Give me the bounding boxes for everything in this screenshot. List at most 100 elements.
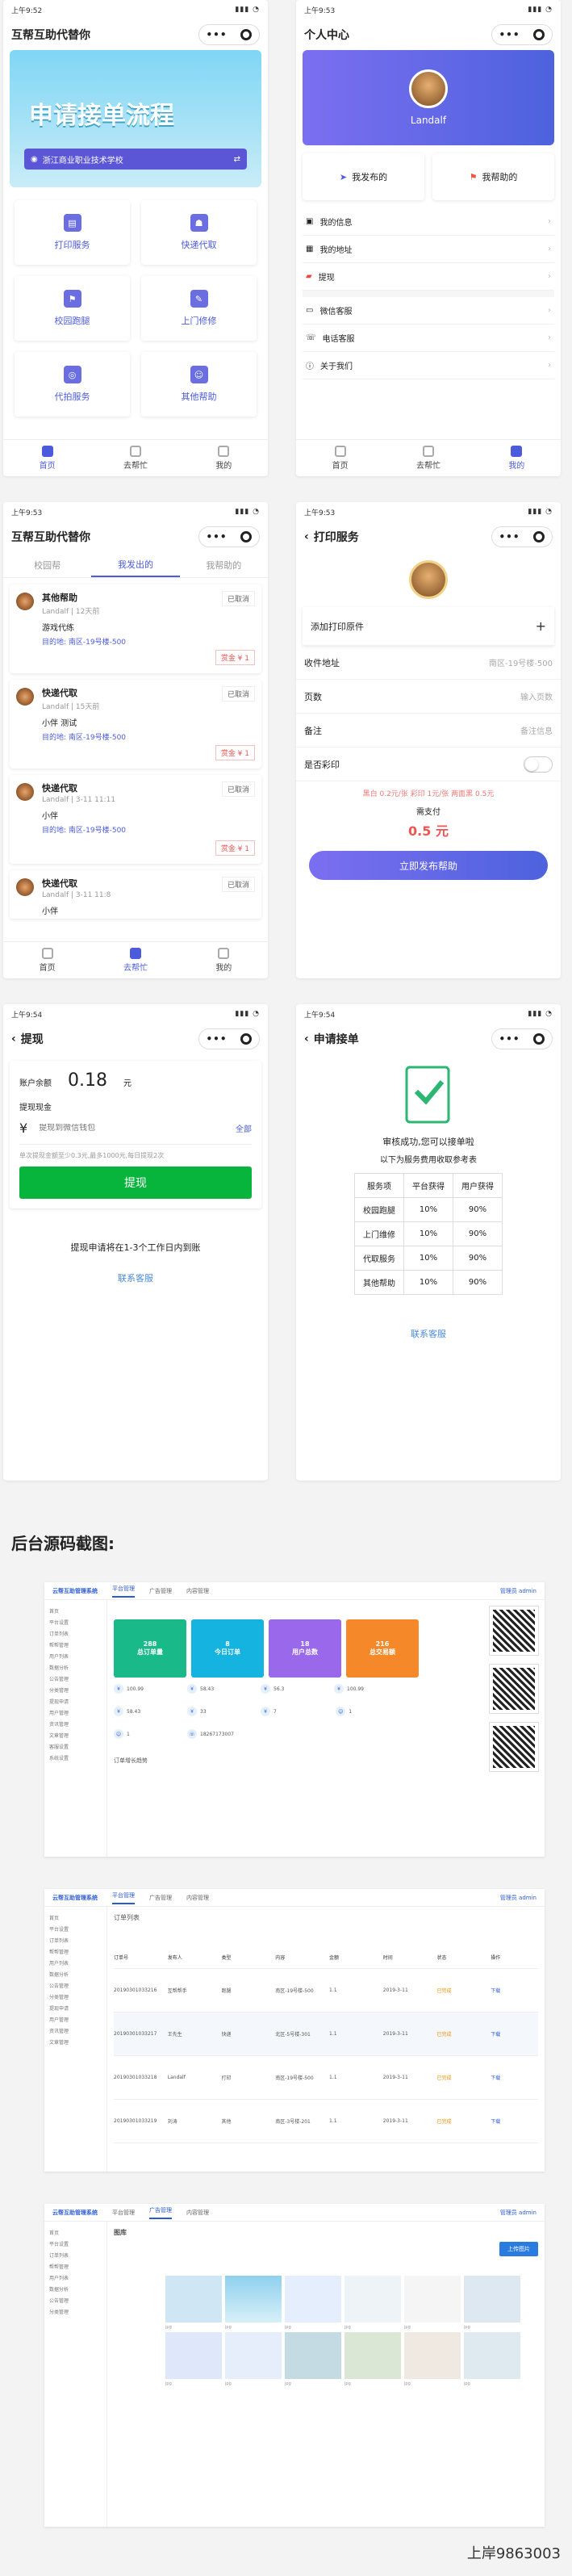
sidebar-item[interactable]: 分类管理 bbox=[49, 2306, 102, 2317]
admin-nav-item[interactable]: 内容管理 bbox=[186, 1587, 209, 1595]
tab-help[interactable]: 去帮忙 bbox=[384, 440, 472, 476]
menu-about[interactable]: ⓘ 关于我们 › bbox=[303, 352, 554, 379]
table-cell[interactable]: 下载 bbox=[491, 1987, 538, 1994]
tab-home[interactable]: 首页 bbox=[296, 440, 384, 476]
service-photo[interactable]: ◎ 代拍服务 bbox=[15, 352, 130, 417]
sidebar-item[interactable]: 系统设置 bbox=[49, 1752, 102, 1763]
service-package[interactable]: ☗ 快递代取 bbox=[141, 200, 257, 265]
tab-mine[interactable]: 我的 bbox=[180, 942, 268, 978]
table-row[interactable]: 20190301033218 Landalf 打印 南区-19号楼-500 1.1 201… bbox=[114, 2056, 538, 2100]
image-thumb[interactable]: jpg bbox=[285, 2332, 341, 2386]
sidebar-item[interactable]: 用户列表 bbox=[49, 1957, 102, 1968]
sidebar-item[interactable]: 帮帮管理 bbox=[49, 2260, 102, 2272]
tab-mine[interactable]: 我的 bbox=[180, 440, 268, 476]
sidebar-item[interactable]: 提现申请 bbox=[49, 2002, 102, 2013]
contact-service-link[interactable]: 联系客服 bbox=[296, 1327, 561, 1340]
back-icon[interactable]: ‹ bbox=[11, 1032, 16, 1045]
image-thumb[interactable]: jpg bbox=[344, 2332, 401, 2386]
tab-campus[interactable]: 校园帮 bbox=[3, 552, 91, 577]
image-thumb[interactable]: jpg bbox=[165, 2276, 222, 2330]
more-icon[interactable]: ••• bbox=[206, 29, 227, 40]
image-thumb[interactable]: jpg bbox=[404, 2332, 461, 2386]
my-published-button[interactable]: ➤ 我发布的 bbox=[303, 153, 424, 200]
image-thumb[interactable]: jpg bbox=[464, 2276, 520, 2330]
close-ring-icon[interactable] bbox=[240, 29, 253, 40]
table-row[interactable]: 20190301033219 刘涛 其他 南区-3号楼-201 1.1 2019-3-11… bbox=[114, 2100, 538, 2143]
order-card[interactable]: 快递代取 Landalf | 3-11 11:11 小伴 目的地: 南区-19号… bbox=[10, 775, 261, 864]
sidebar-item[interactable]: 资讯管理 bbox=[49, 1718, 102, 1729]
image-thumb[interactable]: jpg bbox=[225, 2276, 282, 2330]
table-row[interactable]: 20190301033216 互帮帮手 跑腿 南区-19号楼-500 1.1 2019-3… bbox=[114, 1969, 538, 2013]
close-ring-icon[interactable] bbox=[533, 1033, 545, 1045]
sidebar-item[interactable]: 首页 bbox=[49, 2226, 102, 2238]
sidebar-item[interactable]: 平台设置 bbox=[49, 1923, 102, 1934]
my-helped-button[interactable]: ⚑ 我帮助的 bbox=[432, 153, 554, 200]
image-thumb[interactable]: jpg bbox=[344, 2276, 401, 2330]
menu-phone-service[interactable]: ☏ 电话客服 › bbox=[303, 325, 554, 352]
note-row[interactable]: 备注 备注信息 bbox=[296, 714, 561, 748]
sidebar-item[interactable]: 订单列表 bbox=[49, 1934, 102, 1946]
table-cell[interactable]: 下载 bbox=[491, 2030, 538, 2038]
admin-nav-item[interactable]: 内容管理 bbox=[186, 1894, 209, 1902]
sidebar-item[interactable]: 平台设置 bbox=[49, 1616, 102, 1627]
sidebar-item[interactable]: 帮帮管理 bbox=[49, 1639, 102, 1650]
apply-banner[interactable]: 申请接单流程 ◉ 浙江商业职业技术学校 ⇄ bbox=[10, 50, 261, 187]
tab-help[interactable]: 去帮忙 bbox=[91, 942, 179, 978]
menu-wechat-service[interactable]: ▭ 微信客服 › bbox=[303, 297, 554, 325]
sidebar-item[interactable]: 公告管理 bbox=[49, 1979, 102, 1991]
tab-help[interactable]: 去帮忙 bbox=[91, 440, 179, 476]
sidebar-item[interactable]: 资讯管理 bbox=[49, 2025, 102, 2036]
image-thumb[interactable]: jpg bbox=[404, 2276, 461, 2330]
sidebar-item[interactable]: 平台设置 bbox=[49, 2238, 102, 2249]
service-print[interactable]: ▤ 打印服务 bbox=[15, 200, 130, 265]
avatar[interactable] bbox=[409, 69, 448, 108]
sidebar-item[interactable]: 文章管理 bbox=[49, 2036, 102, 2047]
sidebar-item[interactable]: 帮帮管理 bbox=[49, 1946, 102, 1957]
upload-button[interactable]: 上传图片 bbox=[499, 2242, 538, 2256]
stat-card[interactable]: 216 总交易额 bbox=[346, 1619, 419, 1678]
mini-capsule[interactable]: ••• bbox=[198, 24, 260, 45]
table-row[interactable]: 20190301033217 王先生 快递 北区-5号楼-301 1.1 2019-3-1… bbox=[114, 2013, 538, 2056]
sidebar-item[interactable]: 公告管理 bbox=[49, 1673, 102, 1684]
sidebar-item[interactable]: 分类管理 bbox=[49, 1991, 102, 2002]
table-cell[interactable]: 下载 bbox=[491, 2117, 538, 2125]
more-icon[interactable]: ••• bbox=[499, 531, 520, 542]
sidebar-item[interactable]: 用户列表 bbox=[49, 1650, 102, 1661]
sidebar-item[interactable]: 用户管理 bbox=[49, 1707, 102, 1718]
tab-home[interactable]: 首页 bbox=[3, 942, 91, 978]
image-thumb[interactable]: jpg bbox=[225, 2332, 282, 2386]
close-ring-icon[interactable] bbox=[533, 531, 545, 542]
order-card[interactable]: 其他帮助 Landalf | 12天前 游戏代练 目的地: 南区-19号楼-50… bbox=[10, 584, 261, 673]
sidebar-item[interactable]: 客服设置 bbox=[49, 1740, 102, 1752]
tab-mine[interactable]: 我的 bbox=[473, 440, 561, 476]
mini-capsule[interactable]: ••• bbox=[198, 526, 260, 547]
admin-nav-item[interactable]: 广告管理 bbox=[149, 1587, 172, 1595]
mini-capsule[interactable]: ••• bbox=[198, 1028, 260, 1049]
sidebar-item[interactable]: 用户管理 bbox=[49, 2013, 102, 2025]
note-input[interactable]: 备注信息 bbox=[520, 724, 553, 736]
stat-card[interactable]: 8 今日订单 bbox=[191, 1619, 264, 1678]
color-toggle[interactable] bbox=[524, 756, 553, 773]
pages-row[interactable]: 页数 输入页数 bbox=[296, 680, 561, 714]
sidebar-item[interactable]: 订单列表 bbox=[49, 1627, 102, 1639]
mini-capsule[interactable]: ••• bbox=[491, 526, 553, 547]
order-card[interactable]: 快递代取 Landalf | 3-11 11:8 小伴 已取消 bbox=[10, 870, 261, 919]
image-thumb[interactable]: jpg bbox=[464, 2332, 520, 2386]
table-cell[interactable]: 下载 bbox=[491, 2074, 538, 2081]
sidebar-item[interactable]: 提现申请 bbox=[49, 1695, 102, 1707]
pages-input[interactable]: 输入页数 bbox=[520, 690, 553, 702]
sidebar-item[interactable]: 数据分析 bbox=[49, 1661, 102, 1673]
admin-nav-item[interactable]: 平台管理 bbox=[112, 1585, 135, 1598]
sidebar-item[interactable]: 公告管理 bbox=[49, 2294, 102, 2306]
tab-sent[interactable]: 我发出的 bbox=[91, 552, 180, 577]
menu-my-address[interactable]: ▦ 我的地址 › bbox=[303, 236, 554, 263]
amount-input[interactable] bbox=[39, 1124, 224, 1133]
more-icon[interactable]: ••• bbox=[499, 1033, 520, 1045]
mini-capsule[interactable]: ••• bbox=[491, 1028, 553, 1049]
admin-user[interactable]: 管理员 admin bbox=[500, 2209, 537, 2217]
tab-home[interactable]: 首页 bbox=[3, 440, 91, 476]
admin-nav-item[interactable]: 平台管理 bbox=[112, 2209, 135, 2217]
more-icon[interactable]: ••• bbox=[206, 531, 227, 542]
add-file-row[interactable]: 添加打印原件 + bbox=[303, 607, 554, 646]
switch-icon[interactable]: ⇄ bbox=[234, 155, 240, 164]
